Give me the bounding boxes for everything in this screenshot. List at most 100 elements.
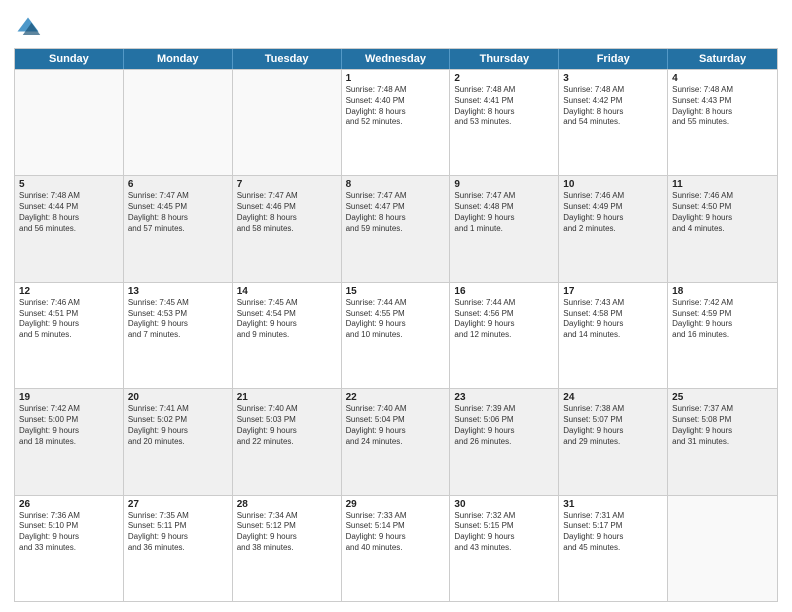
calendar-header-row: SundayMondayTuesdayWednesdayThursdayFrid…	[15, 49, 777, 69]
calendar-cell: 22Sunrise: 7:40 AM Sunset: 5:04 PM Dayli…	[342, 389, 451, 494]
day-number: 29	[346, 499, 446, 510]
calendar-cell	[233, 70, 342, 175]
day-number: 4	[672, 73, 773, 84]
day-number: 27	[128, 499, 228, 510]
day-number: 9	[454, 179, 554, 190]
day-info: Sunrise: 7:48 AM Sunset: 4:42 PM Dayligh…	[563, 85, 663, 128]
day-number: 23	[454, 392, 554, 403]
day-number: 11	[672, 179, 773, 190]
day-number: 28	[237, 499, 337, 510]
day-info: Sunrise: 7:48 AM Sunset: 4:44 PM Dayligh…	[19, 191, 119, 234]
calendar-cell	[668, 496, 777, 601]
calendar-cell: 10Sunrise: 7:46 AM Sunset: 4:49 PM Dayli…	[559, 176, 668, 281]
calendar-cell: 26Sunrise: 7:36 AM Sunset: 5:10 PM Dayli…	[15, 496, 124, 601]
calendar-cell: 13Sunrise: 7:45 AM Sunset: 4:53 PM Dayli…	[124, 283, 233, 388]
day-number: 24	[563, 392, 663, 403]
calendar-cell: 6Sunrise: 7:47 AM Sunset: 4:45 PM Daylig…	[124, 176, 233, 281]
calendar-cell: 4Sunrise: 7:48 AM Sunset: 4:43 PM Daylig…	[668, 70, 777, 175]
day-info: Sunrise: 7:38 AM Sunset: 5:07 PM Dayligh…	[563, 404, 663, 447]
day-info: Sunrise: 7:31 AM Sunset: 5:17 PM Dayligh…	[563, 511, 663, 554]
calendar-cell: 31Sunrise: 7:31 AM Sunset: 5:17 PM Dayli…	[559, 496, 668, 601]
calendar-cell: 23Sunrise: 7:39 AM Sunset: 5:06 PM Dayli…	[450, 389, 559, 494]
day-number: 16	[454, 286, 554, 297]
calendar-body: 1Sunrise: 7:48 AM Sunset: 4:40 PM Daylig…	[15, 69, 777, 601]
day-info: Sunrise: 7:48 AM Sunset: 4:40 PM Dayligh…	[346, 85, 446, 128]
day-info: Sunrise: 7:32 AM Sunset: 5:15 PM Dayligh…	[454, 511, 554, 554]
day-info: Sunrise: 7:34 AM Sunset: 5:12 PM Dayligh…	[237, 511, 337, 554]
day-info: Sunrise: 7:43 AM Sunset: 4:58 PM Dayligh…	[563, 298, 663, 341]
day-number: 8	[346, 179, 446, 190]
day-info: Sunrise: 7:45 AM Sunset: 4:53 PM Dayligh…	[128, 298, 228, 341]
calendar-cell: 25Sunrise: 7:37 AM Sunset: 5:08 PM Dayli…	[668, 389, 777, 494]
calendar-day-header: Wednesday	[342, 49, 451, 69]
calendar-cell: 2Sunrise: 7:48 AM Sunset: 4:41 PM Daylig…	[450, 70, 559, 175]
calendar-cell: 17Sunrise: 7:43 AM Sunset: 4:58 PM Dayli…	[559, 283, 668, 388]
calendar-cell: 12Sunrise: 7:46 AM Sunset: 4:51 PM Dayli…	[15, 283, 124, 388]
calendar-cell: 28Sunrise: 7:34 AM Sunset: 5:12 PM Dayli…	[233, 496, 342, 601]
day-info: Sunrise: 7:37 AM Sunset: 5:08 PM Dayligh…	[672, 404, 773, 447]
calendar-cell: 15Sunrise: 7:44 AM Sunset: 4:55 PM Dayli…	[342, 283, 451, 388]
calendar-cell	[15, 70, 124, 175]
day-info: Sunrise: 7:40 AM Sunset: 5:04 PM Dayligh…	[346, 404, 446, 447]
calendar-week-row: 26Sunrise: 7:36 AM Sunset: 5:10 PM Dayli…	[15, 495, 777, 601]
day-number: 26	[19, 499, 119, 510]
calendar-cell: 14Sunrise: 7:45 AM Sunset: 4:54 PM Dayli…	[233, 283, 342, 388]
day-number: 18	[672, 286, 773, 297]
day-info: Sunrise: 7:46 AM Sunset: 4:49 PM Dayligh…	[563, 191, 663, 234]
calendar-day-header: Friday	[559, 49, 668, 69]
calendar-cell: 11Sunrise: 7:46 AM Sunset: 4:50 PM Dayli…	[668, 176, 777, 281]
day-number: 25	[672, 392, 773, 403]
day-info: Sunrise: 7:44 AM Sunset: 4:55 PM Dayligh…	[346, 298, 446, 341]
day-number: 21	[237, 392, 337, 403]
day-number: 30	[454, 499, 554, 510]
logo-icon	[14, 14, 42, 42]
day-info: Sunrise: 7:45 AM Sunset: 4:54 PM Dayligh…	[237, 298, 337, 341]
calendar-week-row: 12Sunrise: 7:46 AM Sunset: 4:51 PM Dayli…	[15, 282, 777, 388]
day-info: Sunrise: 7:46 AM Sunset: 4:50 PM Dayligh…	[672, 191, 773, 234]
day-number: 31	[563, 499, 663, 510]
calendar-cell: 18Sunrise: 7:42 AM Sunset: 4:59 PM Dayli…	[668, 283, 777, 388]
day-info: Sunrise: 7:47 AM Sunset: 4:45 PM Dayligh…	[128, 191, 228, 234]
day-number: 6	[128, 179, 228, 190]
day-info: Sunrise: 7:42 AM Sunset: 5:00 PM Dayligh…	[19, 404, 119, 447]
day-number: 19	[19, 392, 119, 403]
calendar-week-row: 19Sunrise: 7:42 AM Sunset: 5:00 PM Dayli…	[15, 388, 777, 494]
calendar-cell: 21Sunrise: 7:40 AM Sunset: 5:03 PM Dayli…	[233, 389, 342, 494]
day-info: Sunrise: 7:47 AM Sunset: 4:48 PM Dayligh…	[454, 191, 554, 234]
calendar-week-row: 1Sunrise: 7:48 AM Sunset: 4:40 PM Daylig…	[15, 69, 777, 175]
day-number: 10	[563, 179, 663, 190]
calendar: SundayMondayTuesdayWednesdayThursdayFrid…	[14, 48, 778, 602]
page: SundayMondayTuesdayWednesdayThursdayFrid…	[0, 0, 792, 612]
calendar-cell: 16Sunrise: 7:44 AM Sunset: 4:56 PM Dayli…	[450, 283, 559, 388]
day-number: 5	[19, 179, 119, 190]
day-info: Sunrise: 7:35 AM Sunset: 5:11 PM Dayligh…	[128, 511, 228, 554]
day-info: Sunrise: 7:40 AM Sunset: 5:03 PM Dayligh…	[237, 404, 337, 447]
calendar-cell: 19Sunrise: 7:42 AM Sunset: 5:00 PM Dayli…	[15, 389, 124, 494]
day-number: 2	[454, 73, 554, 84]
calendar-cell: 20Sunrise: 7:41 AM Sunset: 5:02 PM Dayli…	[124, 389, 233, 494]
day-info: Sunrise: 7:36 AM Sunset: 5:10 PM Dayligh…	[19, 511, 119, 554]
calendar-cell: 8Sunrise: 7:47 AM Sunset: 4:47 PM Daylig…	[342, 176, 451, 281]
calendar-cell: 24Sunrise: 7:38 AM Sunset: 5:07 PM Dayli…	[559, 389, 668, 494]
calendar-cell: 1Sunrise: 7:48 AM Sunset: 4:40 PM Daylig…	[342, 70, 451, 175]
calendar-day-header: Thursday	[450, 49, 559, 69]
calendar-day-header: Tuesday	[233, 49, 342, 69]
day-info: Sunrise: 7:42 AM Sunset: 4:59 PM Dayligh…	[672, 298, 773, 341]
calendar-day-header: Saturday	[668, 49, 777, 69]
calendar-cell: 3Sunrise: 7:48 AM Sunset: 4:42 PM Daylig…	[559, 70, 668, 175]
day-number: 12	[19, 286, 119, 297]
day-info: Sunrise: 7:41 AM Sunset: 5:02 PM Dayligh…	[128, 404, 228, 447]
day-number: 17	[563, 286, 663, 297]
day-info: Sunrise: 7:33 AM Sunset: 5:14 PM Dayligh…	[346, 511, 446, 554]
calendar-cell	[124, 70, 233, 175]
day-info: Sunrise: 7:46 AM Sunset: 4:51 PM Dayligh…	[19, 298, 119, 341]
calendar-cell: 5Sunrise: 7:48 AM Sunset: 4:44 PM Daylig…	[15, 176, 124, 281]
calendar-day-header: Monday	[124, 49, 233, 69]
calendar-cell: 7Sunrise: 7:47 AM Sunset: 4:46 PM Daylig…	[233, 176, 342, 281]
day-number: 20	[128, 392, 228, 403]
day-info: Sunrise: 7:47 AM Sunset: 4:46 PM Dayligh…	[237, 191, 337, 234]
header	[14, 10, 778, 42]
day-number: 1	[346, 73, 446, 84]
calendar-week-row: 5Sunrise: 7:48 AM Sunset: 4:44 PM Daylig…	[15, 175, 777, 281]
calendar-day-header: Sunday	[15, 49, 124, 69]
